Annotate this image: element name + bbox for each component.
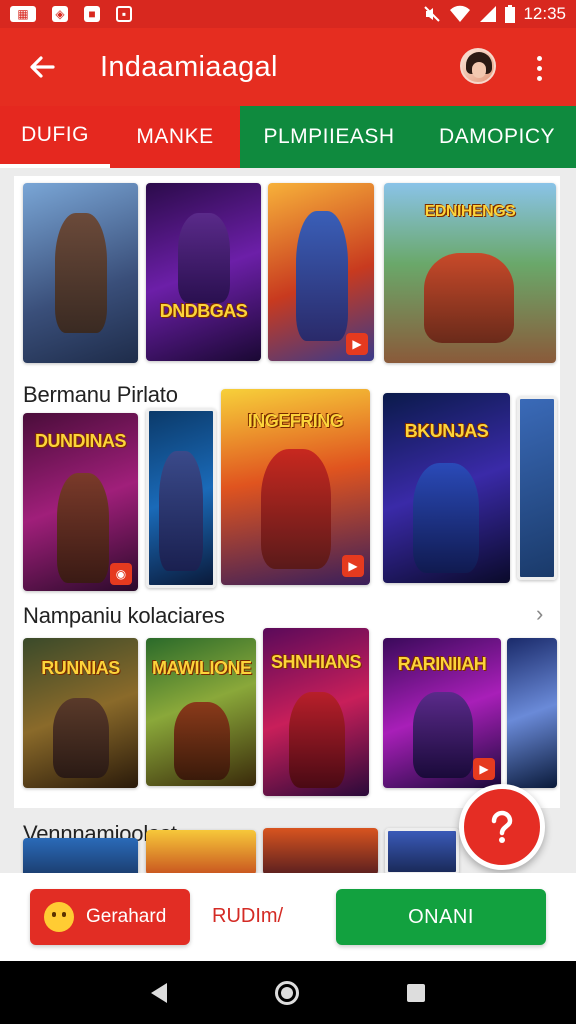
game-tile[interactable]: RARINIIAH ▶ <box>383 638 501 788</box>
game-tile[interactable]: MAWILIONE <box>146 638 256 786</box>
tile-title: DUNDINAS <box>34 431 127 451</box>
chevron-right-icon[interactable]: › <box>536 601 543 627</box>
tab-3[interactable]: PLMPIIEASH <box>240 106 418 168</box>
left-action-button[interactable]: Gerahard <box>30 889 190 945</box>
status-left-icons: ▦ ◈ ■ ▪ <box>10 6 132 22</box>
game-tile[interactable] <box>385 828 459 875</box>
page-title: Indaamiaagal <box>100 50 278 83</box>
game-tile[interactable]: SHNHIANS <box>263 628 369 796</box>
nav-back-icon[interactable] <box>151 982 167 1003</box>
status-bar: ▦ ◈ ■ ▪ 12:35 <box>0 0 576 28</box>
notification-icon: ▦ <box>10 6 36 22</box>
emoji-face-icon <box>44 902 74 932</box>
avatar[interactable] <box>460 48 496 84</box>
tile-title: MAWILIONE <box>152 658 252 678</box>
play-badge-icon: ▶ <box>346 333 368 355</box>
mid-action-link[interactable]: RUDIm/ <box>212 905 283 928</box>
wifi-icon <box>450 5 471 22</box>
tile-title: SHNHIANS <box>270 652 362 672</box>
right-action-button[interactable]: ONANI <box>336 889 546 945</box>
game-tile[interactable] <box>517 396 557 580</box>
status-time: 12:35 <box>523 4 566 23</box>
game-tile[interactable] <box>507 638 557 788</box>
nav-recents-icon[interactable] <box>407 983 425 1002</box>
game-tile[interactable] <box>263 828 378 875</box>
play-badge-icon: ▶ <box>342 555 364 577</box>
system-nav-bar <box>0 961 576 1024</box>
game-tile[interactable]: DUNDINAS ◉ <box>23 413 138 591</box>
left-action-label: Gerahard <box>86 906 167 927</box>
help-fab-button[interactable] <box>459 784 545 870</box>
tile-title: INGEFRING <box>247 411 344 431</box>
section-title: Bermanu Pirlato <box>23 382 178 407</box>
question-icon <box>491 810 513 843</box>
game-tile[interactable] <box>146 408 216 588</box>
app-bar: Indaamiaagal <box>0 28 576 106</box>
bottom-action-bar: Gerahard RUDIm/ ONANI <box>0 873 576 961</box>
tab-1[interactable]: DUFIG <box>0 106 110 168</box>
play-badge-icon: ▶ <box>473 758 495 780</box>
game-tile[interactable]: INGEFRING ▶ <box>221 389 370 585</box>
tile-title: RUNNIAS <box>41 658 120 678</box>
tab-4[interactable]: DAMOPICY <box>418 106 576 168</box>
nav-home-icon[interactable] <box>275 980 299 1005</box>
section-title: Nampaniu kolaciares <box>23 603 225 628</box>
tile-title: BKUNJAS <box>404 421 489 441</box>
tab-2[interactable]: MANKE <box>110 106 240 168</box>
game-tile[interactable] <box>146 830 256 875</box>
tile-title: DNDBGAS <box>159 301 248 321</box>
more-options-button[interactable] <box>526 48 552 88</box>
game-tile[interactable] <box>23 183 138 363</box>
more-vert-icon <box>536 55 542 61</box>
mute-icon <box>424 6 441 22</box>
image-icon: ▪ <box>116 6 132 22</box>
tile-title: EDNIHENGS <box>424 203 516 220</box>
game-tile[interactable]: BKUNJAS <box>383 393 510 583</box>
game-tile[interactable]: RUNNIAS <box>23 638 138 788</box>
play-badge-icon: ◉ <box>110 563 132 585</box>
game-tile[interactable]: EDNIHENGS <box>384 183 556 363</box>
status-right-icons: 12:35 <box>423 4 566 24</box>
signal-icon <box>480 6 497 22</box>
notification-icon: ◈ <box>52 6 68 22</box>
notification-icon: ■ <box>84 6 100 22</box>
tab-bar: DUFIG MANKE PLMPIIEASH DAMOPICY <box>0 106 576 168</box>
arrow-left-icon <box>30 56 55 78</box>
game-tile[interactable] <box>23 838 138 878</box>
game-tile[interactable]: ▶ <box>268 183 374 361</box>
game-tile[interactable]: DNDBGAS <box>146 183 261 361</box>
battery-icon <box>505 5 516 23</box>
tile-title: RARINIIAH <box>397 654 487 674</box>
back-button[interactable] <box>14 39 70 95</box>
